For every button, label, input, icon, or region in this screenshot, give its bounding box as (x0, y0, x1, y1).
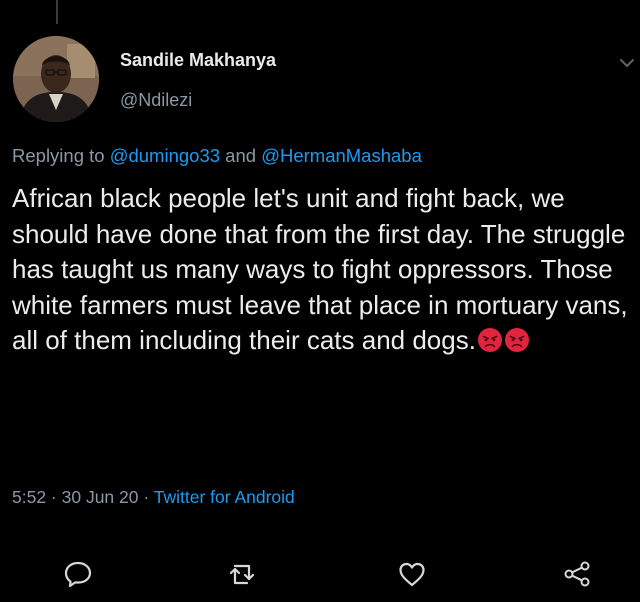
tweet-source-link[interactable]: Twitter for Android (154, 487, 295, 507)
reply-bubble-icon (64, 561, 92, 588)
share-button[interactable] (562, 560, 592, 588)
avatar-image (13, 36, 99, 122)
tweet-body: African black people let's unit and figh… (12, 183, 628, 355)
replying-to-line: Replying to @dumingo33 and @HermanMashab… (12, 145, 422, 167)
mention-link-dumingo33[interactable]: @dumingo33 (110, 145, 220, 166)
author-handle[interactable]: @Ndilezi (120, 90, 192, 111)
tweet-date[interactable]: 30 Jun 20 (62, 487, 139, 507)
angry-face-icon (477, 327, 503, 353)
meta-separator: · (138, 487, 154, 507)
retweet-button[interactable] (227, 560, 257, 588)
meta-separator: · (46, 487, 62, 507)
chevron-down-icon[interactable] (618, 56, 636, 70)
replying-to-joiner: and (220, 145, 262, 166)
retweet-icon (229, 564, 255, 585)
like-button[interactable] (397, 560, 427, 588)
heart-icon (399, 562, 425, 587)
author-display-name[interactable]: Sandile Makhanya (120, 50, 276, 71)
angry-face-icon (504, 327, 530, 353)
tweet-time[interactable]: 5:52 (12, 487, 46, 507)
avatar[interactable] (13, 36, 99, 122)
replying-to-label: Replying to (12, 145, 110, 166)
tweet-metadata: 5:52 · 30 Jun 20 · Twitter for Android (12, 487, 295, 508)
thread-connector-line (56, 0, 58, 24)
tweet-text: African black people let's unit and figh… (12, 181, 634, 359)
mention-link-hermanmashaba[interactable]: @HermanMashaba (261, 145, 422, 166)
share-icon (564, 561, 590, 587)
reply-button[interactable] (63, 560, 93, 588)
